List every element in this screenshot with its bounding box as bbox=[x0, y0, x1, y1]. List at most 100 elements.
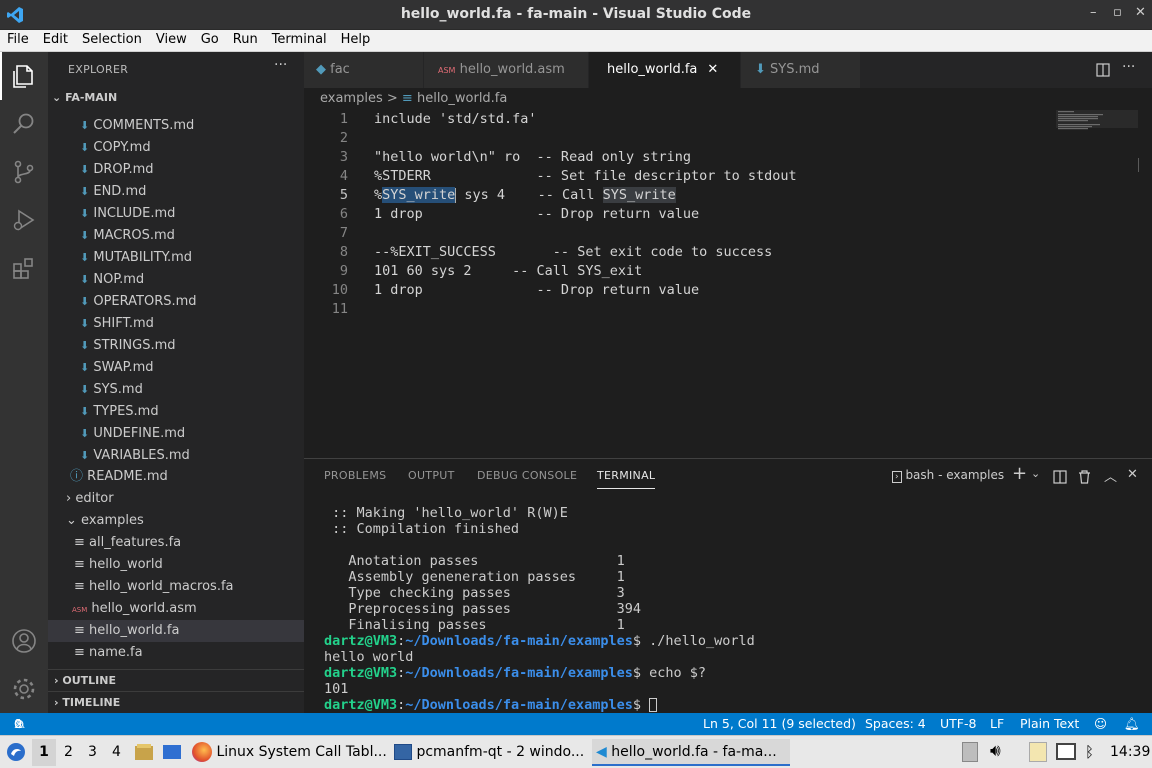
file-item[interactable]: ⬇ INCLUDE.md bbox=[48, 203, 304, 225]
menu-file[interactable]: File bbox=[0, 30, 36, 47]
file-item[interactable]: ⬇ TYPES.md bbox=[48, 401, 304, 423]
feedback-icon[interactable]: ☺ bbox=[1094, 713, 1107, 735]
tab-hello-world-fa[interactable]: hello_world.fa ✕ bbox=[589, 52, 741, 88]
terminal-line: Preprocessing passes 394 bbox=[324, 601, 641, 617]
extensions-icon[interactable] bbox=[10, 254, 38, 282]
tab-terminal[interactable]: TERMINAL bbox=[597, 469, 656, 489]
root-folder[interactable]: ⌄ FA-MAIN bbox=[48, 87, 304, 109]
file-label: TYPES.md bbox=[93, 404, 159, 419]
run-debug-icon[interactable] bbox=[10, 206, 38, 234]
file-item[interactable]: ⬇ STRINGS.md bbox=[48, 335, 304, 357]
file-item[interactable]: ⬇ OPERATORS.md bbox=[48, 291, 304, 313]
close-window-button[interactable]: ✕ bbox=[1135, 5, 1146, 20]
file-item[interactable]: ⬇ UNDEFINE.md bbox=[48, 423, 304, 445]
menu-edit[interactable]: Edit bbox=[36, 30, 75, 47]
keyboard-indicator-icon[interactable] bbox=[962, 742, 978, 762]
source-control-icon[interactable] bbox=[10, 158, 38, 186]
workspace-4[interactable]: 4 bbox=[112, 744, 121, 760]
example-file-item[interactable]: ≡ all_features.fa bbox=[48, 532, 304, 554]
network-icon[interactable] bbox=[1056, 743, 1076, 760]
line-number: 10 bbox=[331, 282, 348, 298]
example-file-item[interactable]: ASM hello_world.asm bbox=[48, 598, 304, 620]
minimap[interactable] bbox=[1054, 110, 1139, 458]
file-readme[interactable]: ⓘ README.md bbox=[48, 466, 304, 488]
terminal-selector[interactable]: › bash - examples bbox=[892, 468, 1005, 483]
terminal-prompt-3[interactable]: dartz@VM3:~/Downloads/fa-main/examples$ bbox=[324, 697, 658, 713]
clipboard-icon[interactable] bbox=[1029, 742, 1047, 762]
more-actions-icon[interactable]: ··· bbox=[274, 57, 287, 73]
search-icon[interactable] bbox=[10, 110, 38, 138]
task-pcmanfm[interactable]: pcmanfm-qt - 2 windo... bbox=[394, 739, 590, 766]
file-item[interactable]: ⬇ COMMENTS.md bbox=[48, 115, 304, 137]
file-item[interactable]: ⬇ NOP.md bbox=[48, 269, 304, 291]
folder-examples[interactable]: ⌄ examples bbox=[48, 510, 304, 532]
menu-terminal[interactable]: Terminal bbox=[265, 30, 334, 47]
breadcrumb-file[interactable]: hello_world.fa bbox=[417, 91, 507, 106]
file-label: name.fa bbox=[89, 645, 143, 660]
tab-fac[interactable]: ◆ fac bbox=[304, 52, 424, 88]
notifications-bell-icon[interactable]: 🔔︎ bbox=[1124, 713, 1140, 735]
close-tab-icon[interactable]: ✕ bbox=[707, 62, 718, 77]
terminal-name: bash - examples bbox=[905, 468, 1005, 482]
timeline-section[interactable]: › TIMELINE bbox=[48, 691, 304, 713]
file-item[interactable]: ⬇ SHIFT.md bbox=[48, 313, 304, 335]
menu-selection[interactable]: Selection bbox=[75, 30, 149, 47]
folder-editor[interactable]: › editor bbox=[48, 488, 304, 510]
code-editor[interactable]: 1 2 3 4 5 6 7 8 9 10 11 include 'std/std.fa' "hello… bbox=[304, 110, 1152, 458]
volume-icon[interactable]: 🔊︎ bbox=[990, 741, 1001, 761]
workspace-2[interactable]: 2 bbox=[64, 744, 73, 760]
workspace-1[interactable]: 1 bbox=[32, 739, 56, 766]
bottom-panel: PROBLEMS OUTPUT DEBUG CONSOLE TERMINAL ›… bbox=[304, 458, 1152, 713]
file-manager-icon[interactable] bbox=[134, 743, 154, 761]
file-item[interactable]: ⬇ MUTABILITY.md bbox=[48, 247, 304, 269]
menu-go[interactable]: Go bbox=[194, 30, 226, 47]
desktop-icon[interactable] bbox=[162, 743, 182, 761]
chevron-down-icon[interactable]: ⌄ bbox=[1031, 467, 1040, 480]
example-file-item[interactable]: ≡ hello_world.fa bbox=[48, 620, 304, 642]
end-of-line[interactable]: LF bbox=[990, 713, 1004, 735]
tab-output[interactable]: OUTPUT bbox=[408, 469, 455, 482]
file-item[interactable]: ⬇ SYS.md bbox=[48, 379, 304, 401]
tab-problems[interactable]: PROBLEMS bbox=[324, 469, 386, 482]
example-file-item[interactable]: ≡ hello_world bbox=[48, 554, 304, 576]
tab-hello-world-asm[interactable]: ASM hello_world.asm bbox=[424, 52, 589, 88]
split-terminal-icon[interactable] bbox=[1053, 470, 1067, 484]
language-mode[interactable]: Plain Text bbox=[1020, 713, 1079, 735]
menu-help[interactable]: Help bbox=[334, 30, 378, 47]
outline-section[interactable]: › OUTLINE bbox=[48, 669, 304, 691]
indentation[interactable]: Spaces: 4 bbox=[865, 713, 926, 735]
menu-run[interactable]: Run bbox=[226, 30, 265, 47]
minimize-button[interactable]: – bbox=[1090, 5, 1097, 20]
new-terminal-icon[interactable]: + bbox=[1012, 463, 1027, 484]
example-file-item[interactable]: ≡ name.fa bbox=[48, 642, 304, 664]
more-actions-icon[interactable]: ··· bbox=[1122, 59, 1135, 75]
maximize-panel-icon[interactable]: ︿ bbox=[1104, 466, 1117, 485]
file-item[interactable]: ⬇ VARIABLES.md bbox=[48, 445, 304, 467]
menu-view[interactable]: View bbox=[149, 30, 194, 47]
bluetooth-icon[interactable]: ᛒ bbox=[1085, 743, 1094, 761]
tab-sys-md[interactable]: ⬇ SYS.md bbox=[741, 52, 861, 88]
start-menu-icon[interactable] bbox=[6, 742, 26, 762]
tab-debug-console[interactable]: DEBUG CONSOLE bbox=[477, 469, 577, 482]
cursor-position[interactable]: Ln 5, Col 11 (9 selected) bbox=[703, 713, 856, 735]
file-item[interactable]: ⬇ DROP.md bbox=[48, 159, 304, 181]
file-item[interactable]: ⬇ END.md bbox=[48, 181, 304, 203]
timeline-label: TIMELINE bbox=[62, 696, 121, 709]
close-panel-icon[interactable]: ✕ bbox=[1127, 467, 1138, 482]
split-editor-icon[interactable] bbox=[1096, 63, 1110, 77]
example-file-item[interactable]: ≡ hello_world_macros.fa bbox=[48, 576, 304, 598]
file-item[interactable]: ⬇ SWAP.md bbox=[48, 357, 304, 379]
file-item[interactable]: ⬇ MACROS.md bbox=[48, 225, 304, 247]
account-icon[interactable] bbox=[10, 627, 38, 655]
root-folder-label: FA-MAIN bbox=[65, 91, 118, 104]
explorer-icon[interactable] bbox=[10, 62, 38, 90]
settings-gear-icon[interactable] bbox=[10, 675, 38, 703]
encoding[interactable]: UTF-8 bbox=[940, 713, 976, 735]
task-firefox[interactable]: Linux System Call Tabl... bbox=[192, 739, 388, 766]
maximize-button[interactable]: ▫ bbox=[1113, 5, 1122, 20]
file-item[interactable]: ⬇ COPY.md bbox=[48, 137, 304, 159]
workspace-3[interactable]: 3 bbox=[88, 744, 97, 760]
task-vscode[interactable]: ◀ hello_world.fa - fa-ma... bbox=[592, 739, 790, 766]
trash-icon[interactable] bbox=[1078, 470, 1091, 484]
breadcrumb-folder[interactable]: examples bbox=[320, 91, 383, 106]
